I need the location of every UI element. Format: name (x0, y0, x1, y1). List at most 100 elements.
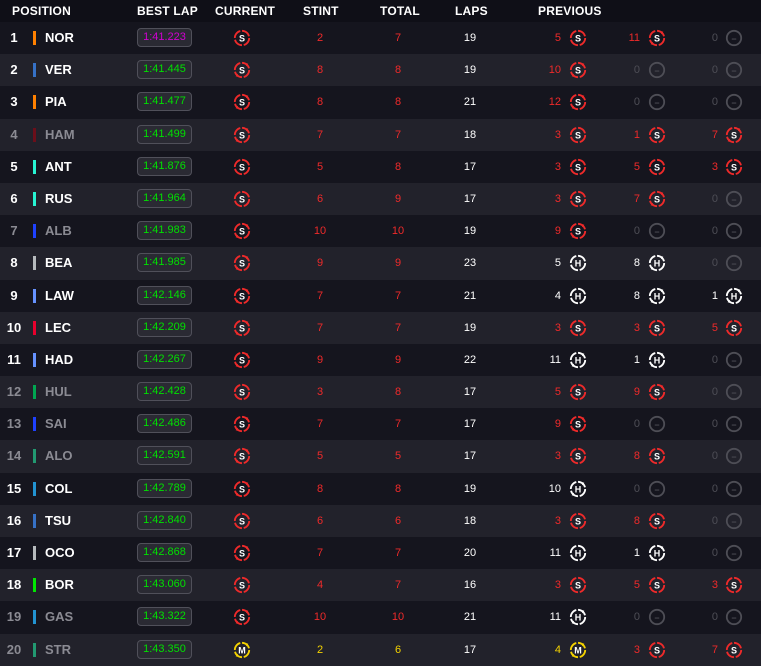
total-laps: 10 (391, 611, 405, 624)
team-color-bar (33, 31, 36, 45)
previous-tyre-icon: – (725, 351, 743, 368)
table-row[interactable]: 17 OCO 1:42.868 S 7 7 20 11 H 1 H 0 – (0, 537, 761, 570)
driver-code: HUL (45, 384, 72, 400)
table-row[interactable]: 3 PIA 1:41.477 S 8 8 21 12 S 0 – 0 – (0, 86, 761, 119)
svg-text:H: H (575, 549, 582, 559)
team-color-bar (33, 191, 36, 206)
previous-tyre-icon: – (725, 448, 743, 465)
previous-tyre-icon: S (569, 416, 587, 433)
previous-tyre-icon: S (569, 319, 587, 336)
stint-laps: 7 (316, 547, 324, 559)
table-row[interactable]: 10 LEC 1:42.209 S 7 7 19 3 S 3 S 5 S (0, 311, 761, 344)
laps-count: 23 (463, 257, 477, 270)
table-row[interactable]: 11 HAD 1:42.267 S 9 9 22 11 H 1 H 0 – (0, 343, 761, 377)
team-color-bar (33, 417, 36, 432)
team-color-bar (33, 352, 36, 367)
svg-text:–: – (654, 66, 659, 76)
current-tyre-icon: S (233, 158, 251, 175)
driver-code: COL (45, 480, 73, 496)
svg-text:–: – (731, 388, 736, 398)
previous-tyre-icon: S (648, 158, 666, 175)
svg-text:S: S (575, 66, 581, 76)
svg-text:S: S (239, 259, 245, 269)
previous-tyre-icon: – (725, 609, 743, 626)
previous-tyre-icon: – (648, 94, 666, 111)
previous-tyre-icon: H (569, 255, 587, 272)
previous-stint-laps: 8 (633, 514, 640, 527)
position-number: 15 (6, 480, 22, 496)
previous-stint-laps: 1 (711, 289, 718, 302)
total-laps: 8 (394, 482, 402, 495)
stint-laps: 8 (316, 64, 324, 77)
table-row[interactable]: 2 VER 1:41.445 S 8 8 19 10 S 0 – 0 – (0, 54, 761, 87)
svg-text:S: S (239, 613, 245, 623)
previous-stint-laps: 0 (711, 192, 718, 205)
svg-text:–: – (731, 34, 736, 44)
svg-text:–: – (654, 484, 659, 494)
svg-text:S: S (239, 484, 245, 494)
position-number: 12 (6, 384, 22, 400)
current-tyre-icon: S (233, 383, 251, 401)
previous-tyre-icon: – (725, 223, 743, 240)
team-color-bar (33, 159, 36, 174)
svg-text:S: S (575, 452, 581, 462)
team-color-bar (33, 449, 36, 464)
previous-stint-laps: 0 (711, 225, 718, 238)
svg-text:–: – (731, 516, 736, 526)
svg-text:S: S (575, 162, 581, 172)
position-number: 2 (10, 62, 18, 78)
best-lap-time: 1:42.591 (137, 446, 192, 466)
svg-text:H: H (654, 259, 661, 269)
svg-text:S: S (575, 195, 581, 205)
previous-stint-laps: 9 (633, 386, 640, 399)
table-row[interactable]: 9 LAW 1:42.146 S 7 7 21 4 H 8 H 1 H (0, 279, 761, 312)
previous-tyre-icon: S (648, 126, 666, 143)
driver-code: VER (45, 62, 72, 78)
svg-text:H: H (575, 484, 582, 494)
stint-laps: 7 (316, 321, 324, 334)
previous-stint-laps: 0 (711, 353, 718, 366)
table-row[interactable]: 8 BEA 1:41.985 S 9 9 23 5 H 8 H 0 – (0, 247, 761, 280)
previous-stint-laps: 3 (554, 514, 561, 527)
table-row[interactable]: 18 BOR 1:43.060 S 4 7 16 3 S 5 S 3 S (0, 569, 761, 602)
svg-text:S: S (239, 130, 245, 140)
table-row[interactable]: 4 HAM 1:41.499 S 7 7 18 3 S 1 S 7 S (0, 118, 761, 151)
table-row[interactable]: 1 NOR 1:41.223 S 2 7 19 5 S 11 S 0 – (0, 22, 761, 55)
laps-count: 22 (463, 353, 477, 366)
table-row[interactable]: 14 ALO 1:42.591 S 5 5 17 3 S 8 S 0 – (0, 440, 761, 473)
previous-stint-laps: 8 (633, 450, 640, 463)
current-tyre-icon: S (233, 351, 251, 368)
svg-text:S: S (239, 66, 245, 76)
table-row[interactable]: 7 ALB 1:41.983 S 10 10 19 9 S 0 – 0 – (0, 215, 761, 248)
laps-count: 21 (463, 611, 477, 624)
table-row[interactable]: 16 TSU 1:42.840 S 6 6 18 3 S 8 S 0 – (0, 504, 761, 537)
position-number: 19 (6, 609, 22, 625)
stint-laps: 8 (316, 482, 324, 495)
table-row[interactable]: 6 RUS 1:41.964 S 6 9 17 3 S 7 S 0 – (0, 182, 761, 216)
best-lap-time: 1:42.209 (137, 317, 192, 337)
table-row[interactable]: 20 STR 1:43.350 M 2 6 17 4 M 3 S 7 S (0, 633, 761, 666)
table-row[interactable]: 19 GAS 1:43.322 S 10 10 21 11 H 0 – 0 – (0, 601, 761, 634)
laps-count: 17 (463, 160, 477, 173)
previous-stint-laps: 0 (711, 32, 718, 44)
previous-stint-laps: 5 (633, 579, 640, 592)
svg-text:S: S (239, 420, 245, 430)
svg-text:–: – (654, 613, 659, 623)
best-lap-time: 1:42.789 (137, 478, 192, 498)
svg-text:S: S (575, 516, 581, 526)
table-row[interactable]: 15 COL 1:42.789 S 8 8 19 10 H 0 – 0 – (0, 472, 761, 505)
best-lap-time: 1:42.840 (137, 510, 192, 530)
table-row[interactable]: 12 HUL 1:42.428 S 3 8 17 5 S 9 S 0 – (0, 376, 761, 409)
header-current: CURRENT (215, 4, 276, 18)
laps-count: 17 (463, 386, 477, 399)
total-laps: 8 (394, 64, 402, 77)
previous-stint-laps: 4 (554, 643, 561, 656)
table-row[interactable]: 13 SAI 1:42.486 S 7 7 17 9 S 0 – 0 – (0, 408, 761, 441)
svg-text:S: S (654, 195, 660, 205)
team-color-bar (33, 578, 36, 593)
previous-tyre-icon: S (648, 29, 666, 47)
laps-count: 21 (463, 289, 477, 302)
table-row[interactable]: 5 ANT 1:41.876 S 5 8 17 3 S 5 S 3 S (0, 150, 761, 183)
previous-stint-laps: 0 (711, 514, 718, 527)
driver-code: HAM (45, 126, 75, 142)
